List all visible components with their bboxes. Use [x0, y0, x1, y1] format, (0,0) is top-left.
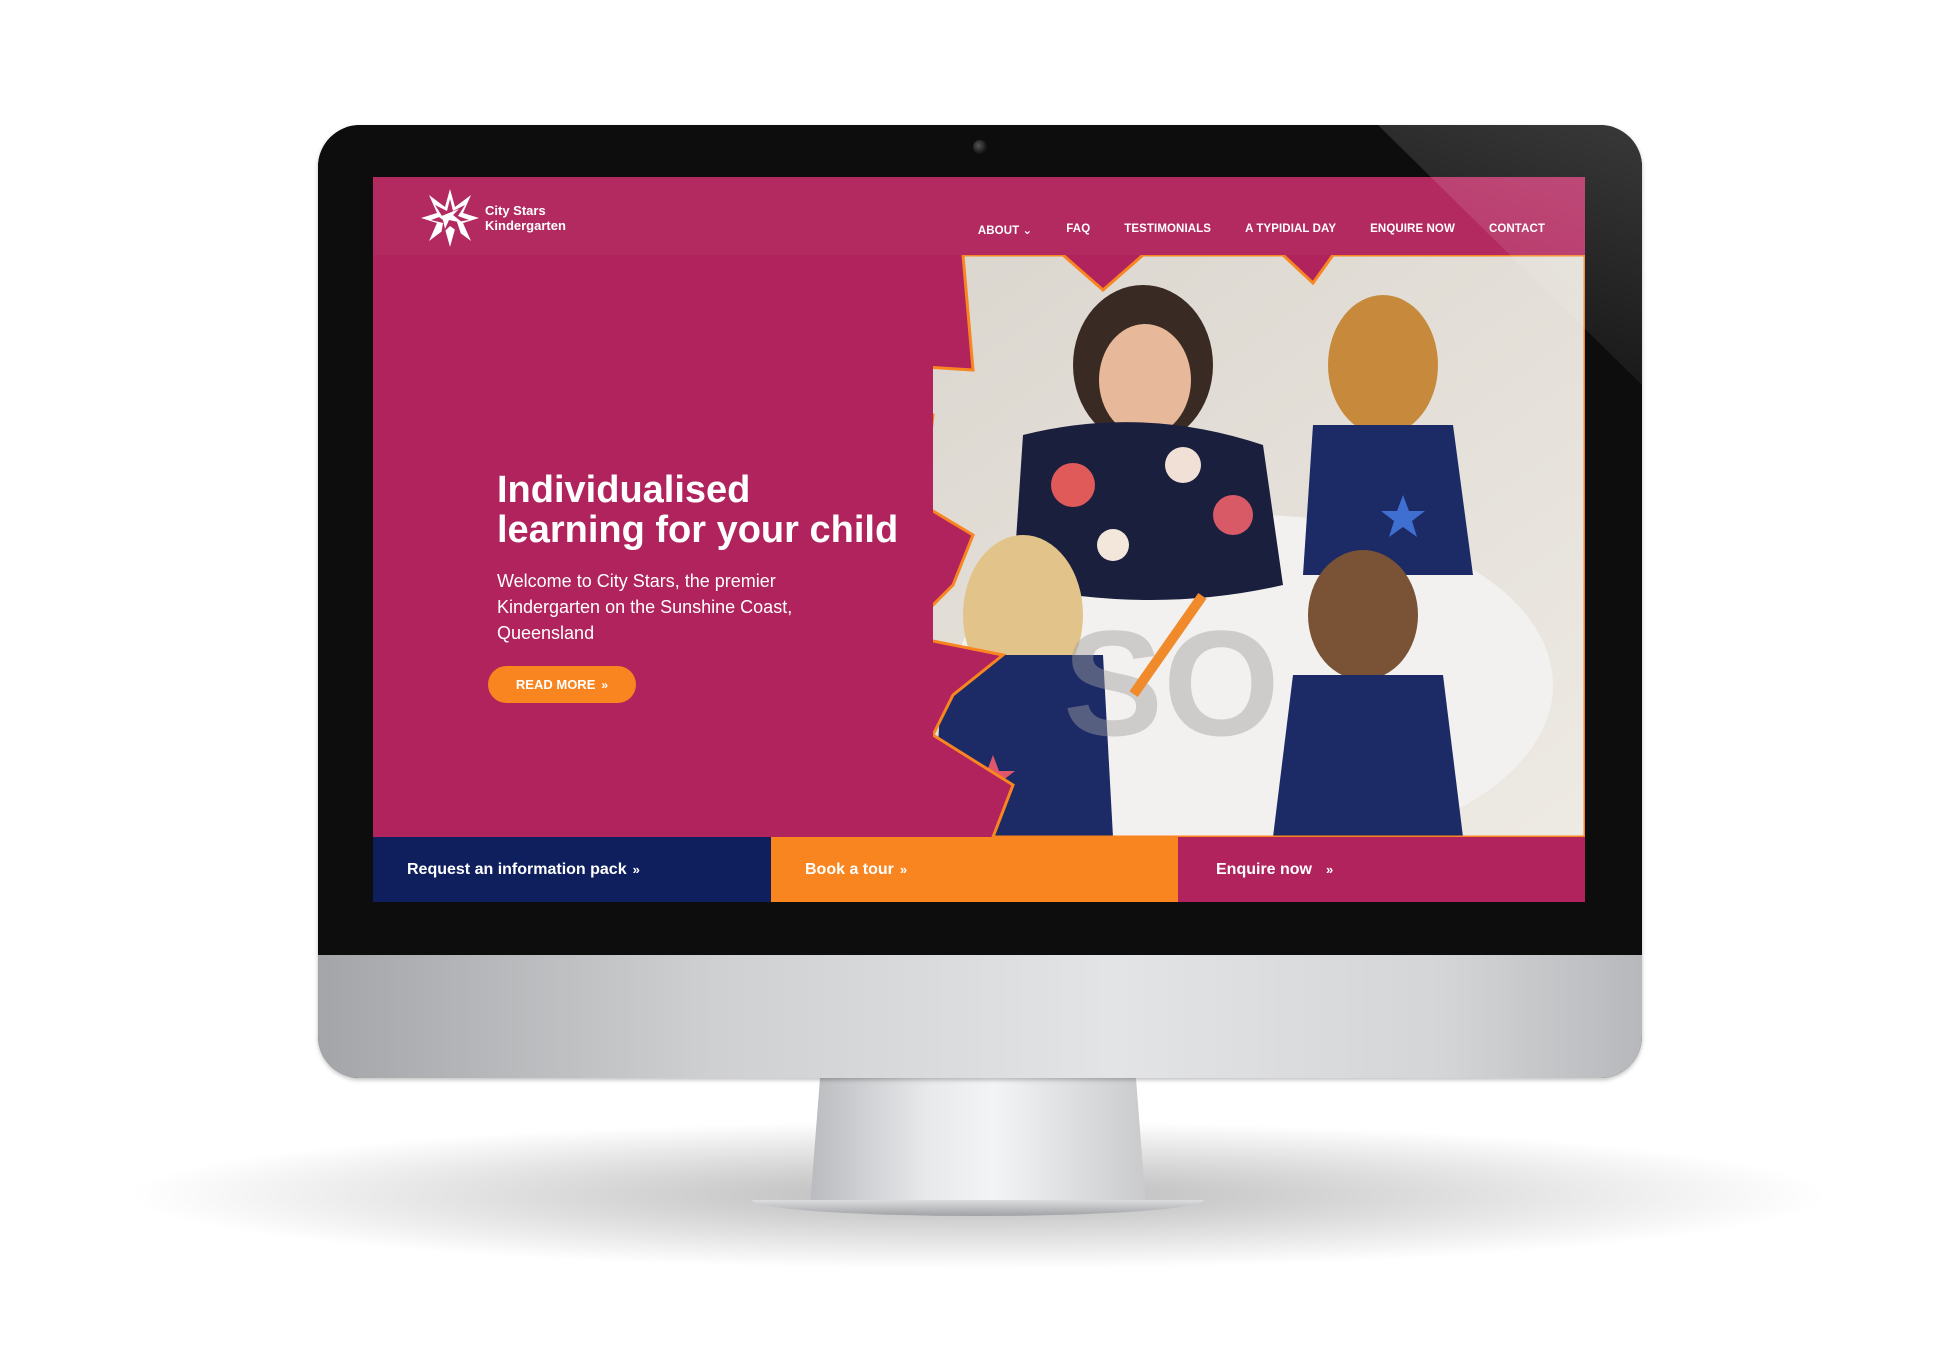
nav-item-contact[interactable]: CONTACT [1489, 223, 1545, 237]
webcam-icon [973, 140, 987, 154]
logo-line-1: City Stars [485, 203, 546, 218]
enquire-now-button[interactable]: Enquire now » [1178, 837, 1585, 902]
request-info-pack-label: Request an information pack [407, 860, 627, 878]
site-header: City Stars Kindergarten ABOUT ⌄ FAQ TEST… [373, 177, 1585, 256]
chevron-right-icon: » [632, 862, 640, 877]
read-more-label: READ MORE [515, 677, 596, 692]
nav-item-typical-day[interactable]: A TYPIDIAL DAY [1245, 223, 1336, 237]
hero-title-line-2: learning for your child [497, 509, 899, 551]
star-logo-icon [421, 189, 479, 247]
book-tour-button[interactable]: Book a tour » [771, 837, 1178, 902]
enquire-now-label: Enquire now [1216, 860, 1312, 878]
monitor-chin [318, 955, 1642, 1078]
nav-item-enquire-now[interactable]: ENQUIRE NOW [1370, 223, 1455, 237]
logo-text: City Stars Kindergarten [485, 203, 566, 233]
hero-star-photo: SO [933, 255, 1585, 837]
read-more-button[interactable]: READ MORE » [488, 666, 636, 703]
imac-monitor: City Stars Kindergarten ABOUT ⌄ FAQ TEST… [318, 125, 1642, 1078]
monitor-stand [810, 1077, 1146, 1207]
hero-title: Individualised learning for your child [497, 470, 937, 550]
main-nav: ABOUT ⌄ FAQ TESTIMONIALS A TYPIDIAL DAY … [944, 223, 1545, 237]
chevron-right-icon: » [899, 862, 908, 877]
request-info-pack-button[interactable]: Request an information pack » [373, 837, 771, 902]
nav-item-faq[interactable]: FAQ [1066, 223, 1090, 237]
book-tour-label: Book a tour [805, 860, 894, 878]
hero-section: Individualised learning for your child W… [373, 255, 1585, 837]
chevron-right-icon: » [1326, 862, 1334, 877]
hero-subtitle: Welcome to City Stars, the premier Kinde… [497, 571, 793, 643]
site-logo[interactable]: City Stars Kindergarten [419, 187, 566, 249]
logo-line-2: Kindergarten [485, 218, 566, 233]
nav-item-about[interactable]: ABOUT ⌄ [978, 223, 1032, 237]
hero-title-line-1: Individualised [497, 469, 751, 511]
website-screen: City Stars Kindergarten ABOUT ⌄ FAQ TEST… [373, 177, 1585, 902]
svg-text:SO: SO [1063, 599, 1280, 767]
nav-item-testimonials[interactable]: TESTIMONIALS [1124, 223, 1211, 237]
chevron-right-icon: » [601, 677, 609, 692]
cta-bar: Request an information pack » Book a tou… [373, 837, 1585, 902]
